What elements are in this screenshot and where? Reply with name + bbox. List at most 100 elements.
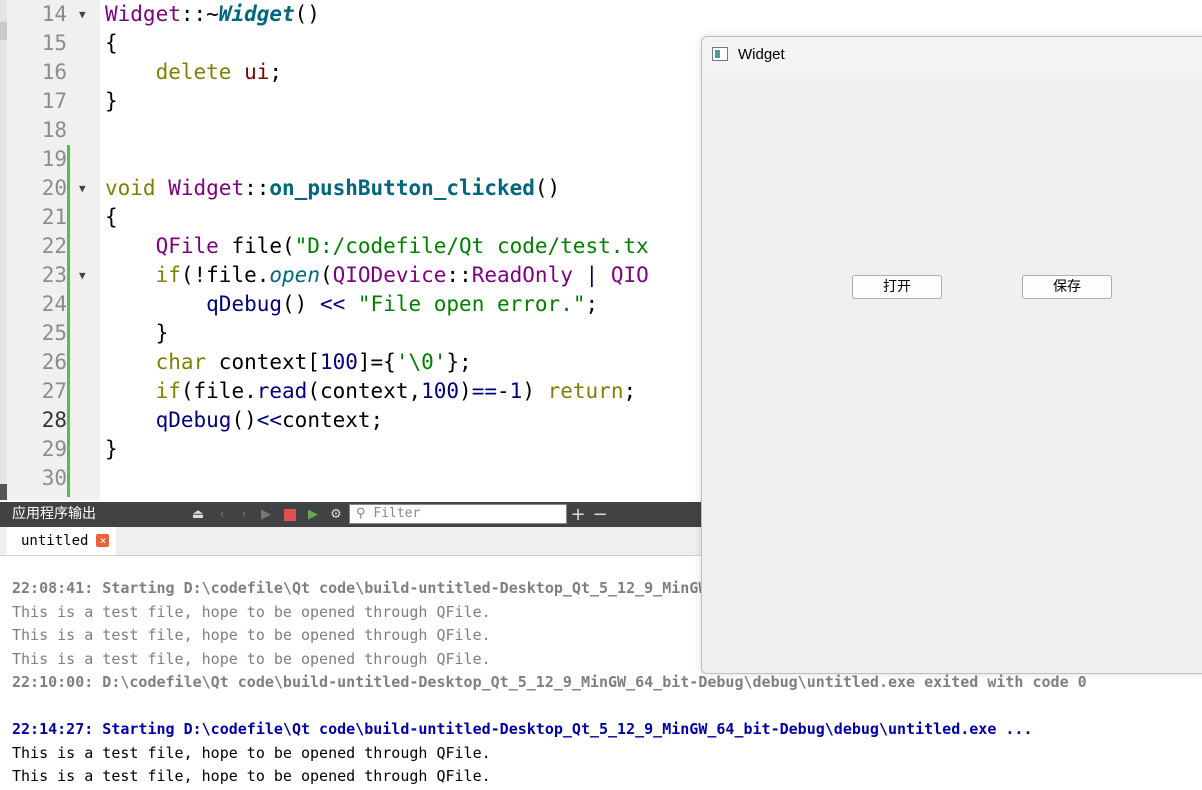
output-line: 22:14:27: Starting D:\codefile\Qt code\b… xyxy=(12,720,1033,738)
line-number: 28 xyxy=(41,408,67,432)
code-token: () xyxy=(294,2,320,26)
code-token: return xyxy=(547,379,624,403)
code-text: if(file.read(context,100)==-1) return; xyxy=(105,377,637,406)
code-token: 1 xyxy=(509,379,523,403)
output-line: This is a test file, hope to be opened t… xyxy=(12,602,491,621)
code-token: ) xyxy=(522,379,548,403)
window-titlebar[interactable]: Widget xyxy=(702,37,1202,73)
attach-icon[interactable]: ⏏ xyxy=(188,502,208,527)
code-text: if(!file.open(QIODevice::ReadOnly | QIO xyxy=(105,261,649,290)
run-icon[interactable]: ▶ xyxy=(256,502,276,527)
code-token: << xyxy=(256,408,283,432)
code-text: } xyxy=(105,87,118,116)
open-button[interactable]: 打开 xyxy=(852,275,942,299)
code-token: (context, xyxy=(307,379,422,403)
save-button[interactable]: 保存 xyxy=(1022,275,1112,299)
stop-icon[interactable] xyxy=(281,502,299,527)
code-line[interactable]: 14 ▼ Widget::~Widget() xyxy=(0,0,1202,29)
code-token: on_pushButton_clicked xyxy=(269,176,535,200)
line-number: 15 xyxy=(41,31,67,55)
code-token: << xyxy=(319,292,346,316)
code-token: { xyxy=(105,31,118,55)
code-token: context; xyxy=(282,408,384,432)
code-token: ReadOnly xyxy=(471,263,573,287)
code-token: "D:/codefile/Qt code/test.tx xyxy=(294,234,649,258)
code-token: QFile xyxy=(155,234,219,258)
debug-run-icon[interactable]: ▶ xyxy=(303,502,323,527)
code-token: "File open error." xyxy=(357,292,586,316)
code-token: ::~ xyxy=(180,2,219,26)
code-token: void xyxy=(105,176,156,200)
prev-icon[interactable]: ‹ xyxy=(212,502,232,527)
code-token: read xyxy=(256,379,308,403)
code-token: (!file. xyxy=(180,263,270,287)
line-number: 14 xyxy=(41,2,67,26)
line-number: 29 xyxy=(41,437,67,461)
code-token: ui xyxy=(244,60,270,84)
fold-arrow-icon[interactable]: ▼ xyxy=(79,0,91,29)
output-line: This is a test file, hope to be opened t… xyxy=(12,626,491,644)
search-icon: ⚲ xyxy=(356,506,366,521)
close-icon[interactable]: × xyxy=(96,534,110,547)
line-number: 16 xyxy=(41,60,67,84)
settings-gear-icon[interactable]: ⚙ xyxy=(326,502,346,527)
filter-placeholder: Filter xyxy=(373,506,421,521)
widget-window[interactable]: Widget 打开 保存 xyxy=(701,36,1202,674)
code-token: open xyxy=(269,263,320,287)
code-token: ) xyxy=(459,379,472,403)
line-number: 22 xyxy=(41,234,67,258)
code-text: Widget::~Widget() xyxy=(105,0,320,29)
code-token: ( xyxy=(319,263,333,287)
line-number: 23 xyxy=(41,263,67,287)
output-line: This is a test file, hope to be opened t… xyxy=(12,767,491,785)
filter-input[interactable]: ⚲ Filter xyxy=(349,504,567,524)
code-token: QIO xyxy=(610,263,649,287)
code-text: { xyxy=(105,29,118,58)
next-icon[interactable]: › xyxy=(234,502,254,527)
code-text: qDebug()<<context; xyxy=(105,406,384,435)
code-token: qDebug xyxy=(155,408,232,432)
code-text: QFile file("D:/codefile/Qt code/test.tx xyxy=(105,232,649,261)
code-token: () xyxy=(282,292,320,316)
output-pane-title: 应用程序输出 xyxy=(12,506,96,522)
code-token: 100 xyxy=(421,379,460,403)
code-token: () xyxy=(231,408,257,432)
code-token: :: xyxy=(244,176,270,200)
zoom-in-icon[interactable]: + xyxy=(569,502,587,527)
zoom-out-icon[interactable]: − xyxy=(591,502,609,527)
code-token: :: xyxy=(446,263,472,287)
code-token: Widget xyxy=(218,2,295,26)
code-token: } xyxy=(105,321,169,345)
line-number: 25 xyxy=(41,321,67,345)
window-app-icon xyxy=(712,47,728,61)
code-token: ; xyxy=(585,292,599,316)
code-text: delete ui; xyxy=(105,58,282,87)
output-line: This is a test file, hope to be opened t… xyxy=(12,649,491,668)
code-token: Widget xyxy=(105,2,181,26)
code-token: ; xyxy=(269,60,283,84)
code-token: 100 xyxy=(319,350,358,374)
code-text: } xyxy=(105,435,118,464)
line-number: 26 xyxy=(41,350,67,374)
code-token: context[ xyxy=(206,350,320,374)
line-number: 19 xyxy=(41,147,67,171)
line-number: 17 xyxy=(41,89,67,113)
code-token: '\0' xyxy=(395,350,447,374)
code-token: qDebug xyxy=(206,292,283,316)
fold-arrow-icon[interactable]: ▼ xyxy=(79,174,91,203)
code-text: qDebug() << "File open error."; xyxy=(105,290,598,319)
code-token: delete xyxy=(155,60,232,84)
fold-arrow-icon[interactable]: ▼ xyxy=(79,261,91,290)
tab-untitled[interactable]: untitled × xyxy=(7,527,117,555)
code-text: } xyxy=(105,319,169,348)
code-token: { xyxy=(105,205,118,229)
line-number: 18 xyxy=(41,118,67,142)
code-token: char xyxy=(155,350,207,374)
